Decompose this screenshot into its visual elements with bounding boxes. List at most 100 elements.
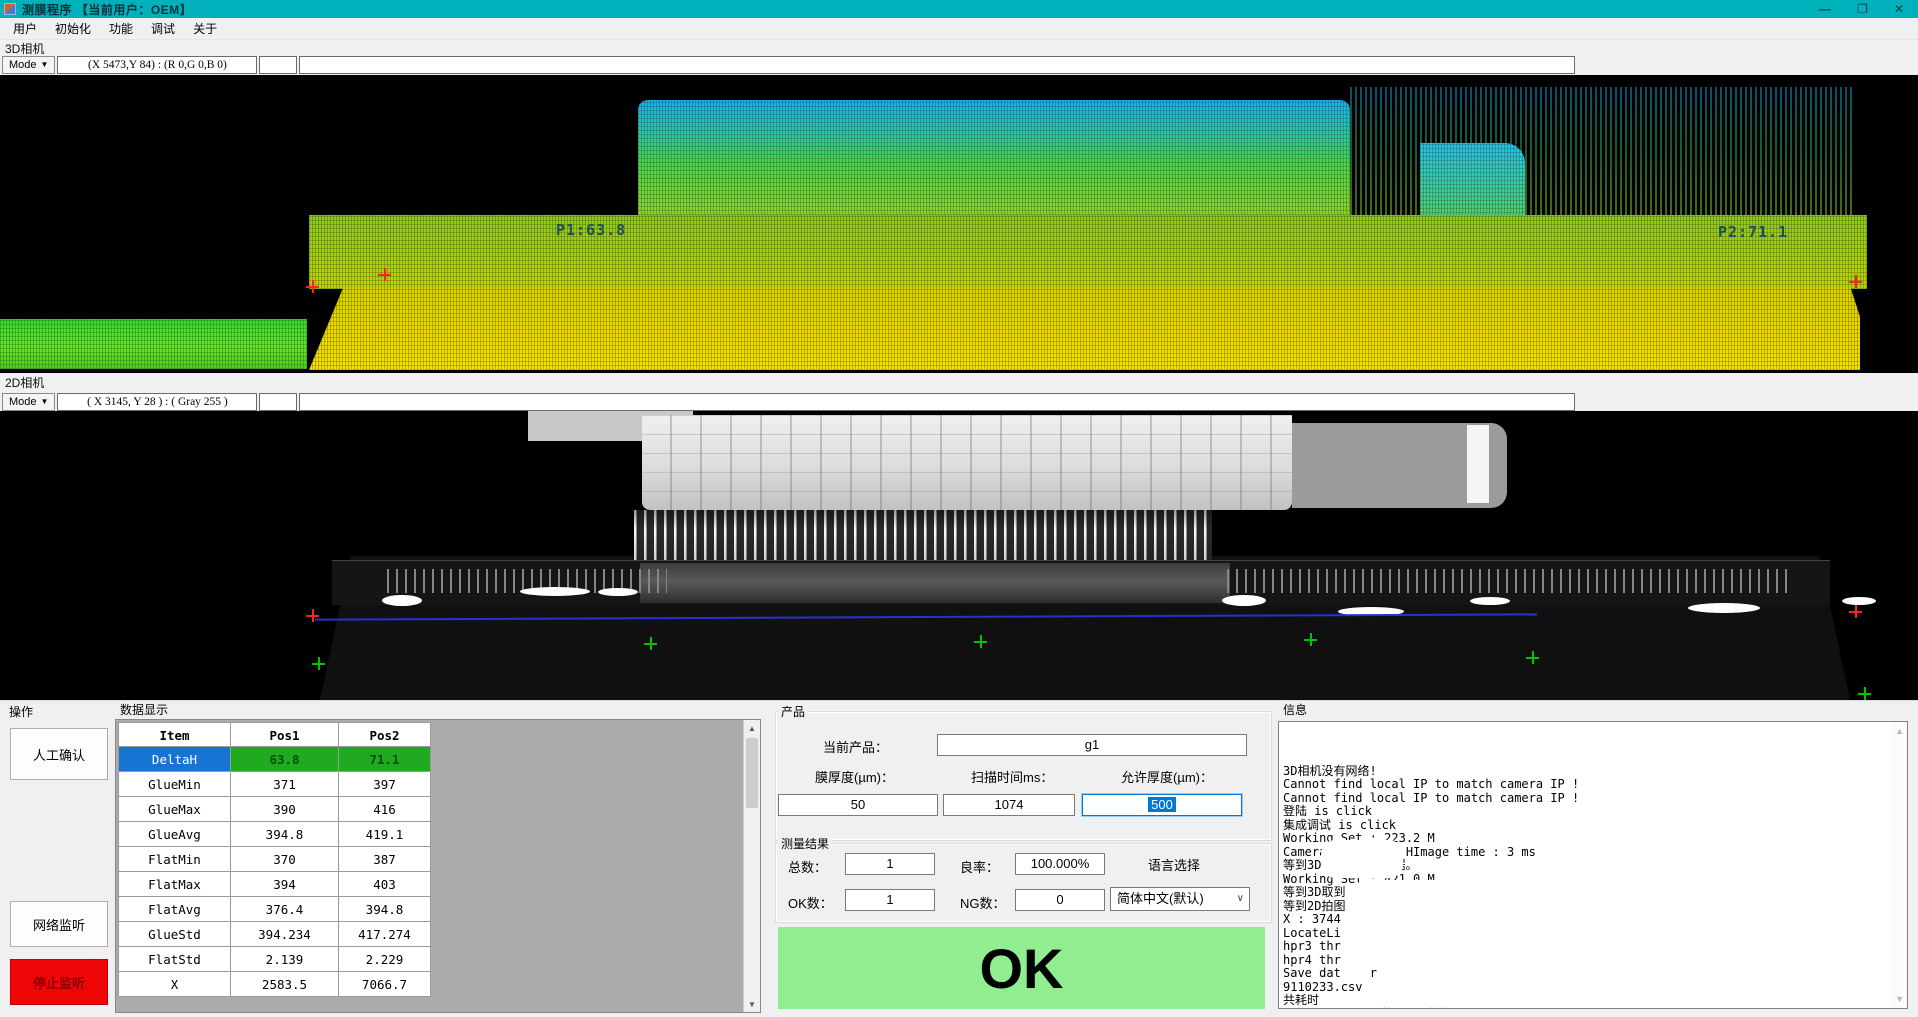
scroll-down-icon[interactable]: ▼ bbox=[1895, 994, 1904, 1004]
glare-blob bbox=[520, 587, 590, 596]
scroll-thumb[interactable] bbox=[746, 738, 758, 808]
cell-pos1: 63.8 bbox=[231, 747, 339, 772]
stop-listen-button[interactable]: 停止监听 bbox=[10, 959, 108, 1005]
scroll-up-icon[interactable]: ▲ bbox=[1895, 726, 1904, 736]
cell-pos2: 397 bbox=[339, 772, 431, 797]
allow-thickness-field[interactable]: 500 bbox=[1082, 794, 1242, 816]
log-line: 3D相机没有网络! bbox=[1283, 765, 1889, 779]
table-row[interactable]: GlueMax 390 416 bbox=[118, 797, 433, 822]
scroll-down-icon[interactable]: ▼ bbox=[744, 996, 760, 1012]
cell-item: FlatAvg bbox=[118, 897, 231, 922]
cell-pos1: 370 bbox=[231, 847, 339, 872]
table-header-row: Item Pos1 Pos2 bbox=[118, 722, 433, 747]
glare-blob bbox=[1842, 597, 1876, 605]
crosshair-marker-green bbox=[312, 657, 325, 670]
glare-blob bbox=[1222, 595, 1266, 606]
camera-2d-label: 2D相机 bbox=[5, 374, 44, 389]
table-row[interactable]: GlueMin 371 397 bbox=[118, 772, 433, 797]
glare-blob bbox=[1470, 597, 1510, 605]
pcb-region bbox=[642, 415, 1292, 510]
manual-confirm-button[interactable]: 人工确认 bbox=[10, 728, 108, 780]
total-field[interactable]: 1 bbox=[845, 853, 935, 875]
cell-pos1: 371 bbox=[231, 772, 339, 797]
operation-panel: 操作 人工确认 网络监听 停止监听 bbox=[4, 703, 112, 1015]
menu-item[interactable]: 关于 bbox=[184, 18, 226, 39]
table-row[interactable]: FlatMin 370 387 bbox=[118, 847, 433, 872]
col-header-pos1: Pos1 bbox=[231, 722, 339, 747]
tick-marks-right bbox=[1227, 569, 1787, 593]
menu-bar: 用户初始化功能调试关于 bbox=[0, 18, 1918, 40]
base-bar bbox=[332, 560, 1830, 605]
cell-pos2: 416 bbox=[339, 797, 431, 822]
data-grid[interactable]: Item Pos1 Pos2 DeltaH 63.8 71.1 bbox=[115, 719, 761, 1013]
table-row[interactable]: DeltaH 63.8 71.1 bbox=[118, 747, 433, 772]
mode-dropdown-2d[interactable]: Mode ▼ bbox=[2, 393, 55, 411]
log-box[interactable]: 3D相机没有网络!Cannot find local IP to match c… bbox=[1278, 721, 1908, 1009]
table-scrollbar[interactable]: ▲ ▼ bbox=[743, 720, 760, 1012]
cell-pos2: 419.1 bbox=[339, 822, 431, 847]
menu-item[interactable]: 调试 bbox=[142, 18, 184, 39]
table-body: DeltaH 63.8 71.1 GlueMin 371 397 bbox=[118, 747, 433, 997]
table-row[interactable]: GlueAvg 394.8 419.1 bbox=[118, 822, 433, 847]
crosshair-marker bbox=[1849, 605, 1862, 618]
table-row[interactable]: FlatStd 2.139 2.229 bbox=[118, 947, 433, 972]
cell-item: GlueMin bbox=[118, 772, 231, 797]
camera-3d-mode-bar: Mode ▼ (X 5473,Y 84) : (R 0,G 0,B 0) bbox=[0, 55, 1918, 75]
log-line: Save dat r 9110233.csv bbox=[1283, 967, 1889, 994]
info-label: 信息 bbox=[1280, 701, 1310, 718]
maximize-button[interactable]: ❐ bbox=[1857, 1, 1868, 17]
glare-blob bbox=[1688, 603, 1760, 613]
camera-3d-view[interactable]: P1:63.8 P2:71.1 bbox=[0, 75, 1918, 373]
crosshair-marker-green bbox=[974, 635, 987, 648]
cell-pos2: 403 bbox=[339, 872, 431, 897]
camera-2d-view[interactable] bbox=[0, 411, 1918, 700]
close-button[interactable]: ✕ bbox=[1894, 1, 1904, 17]
chevron-down-icon: ▼ bbox=[41, 398, 49, 406]
scroll-up-icon[interactable]: ▲ bbox=[744, 720, 760, 736]
cell-pos1: 376.4 bbox=[231, 897, 339, 922]
camera-3d-label: 3D相机 bbox=[5, 40, 44, 55]
scan-time-field[interactable]: 1074 bbox=[943, 794, 1075, 816]
app-window: 测膜程序 【当前用户：OEM】 — ❐ ✕ 用户初始化功能调试关于 3D相机 M… bbox=[0, 0, 1918, 1017]
current-product-field[interactable]: g1 bbox=[937, 734, 1247, 756]
ok-count-label: OK数： bbox=[788, 893, 833, 912]
language-label: 语言选择 bbox=[1148, 855, 1200, 874]
status-result-panel: OK bbox=[778, 927, 1265, 1009]
table-row[interactable]: FlatAvg 376.4 394.8 bbox=[118, 897, 433, 922]
redaction-overlay bbox=[1321, 840, 1403, 878]
yield-field[interactable]: 100.000% bbox=[1015, 853, 1105, 875]
mode-info-box-2d bbox=[299, 393, 1575, 411]
heightmap-main-slab bbox=[309, 215, 1867, 289]
crosshair-marker-green bbox=[644, 637, 657, 650]
table-row[interactable]: X 2583.5 7066.7 bbox=[118, 972, 433, 997]
cell-item: FlatMin bbox=[118, 847, 231, 872]
menu-item[interactable]: 功能 bbox=[100, 18, 142, 39]
p1-measure-label: P1:63.8 bbox=[556, 221, 626, 239]
log-line: Cannot find local IP to match camera IP … bbox=[1283, 778, 1889, 792]
crosshair-marker-green bbox=[1304, 633, 1317, 646]
network-listen-button[interactable]: 网络监听 bbox=[10, 901, 108, 947]
language-select[interactable]: 简体中文(默认) ∨ bbox=[1110, 887, 1250, 911]
cell-pos2: 7066.7 bbox=[339, 972, 431, 997]
menu-item[interactable]: 用户 bbox=[4, 18, 46, 39]
film-thickness-field[interactable]: 50 bbox=[778, 794, 938, 816]
heightmap-bottom-slab bbox=[309, 288, 1860, 370]
log-line: Cannot find local IP to match camera IP … bbox=[1283, 792, 1889, 806]
cell-pos2: 387 bbox=[339, 847, 431, 872]
cell-item: GlueAvg bbox=[118, 822, 231, 847]
menu-item[interactable]: 初始化 bbox=[46, 18, 100, 39]
mode-dropdown-3d[interactable]: Mode ▼ bbox=[2, 56, 55, 74]
ok-count-field[interactable]: 1 bbox=[845, 889, 935, 911]
cell-pos1: 390 bbox=[231, 797, 339, 822]
table-row[interactable]: GlueStd 394.234 417.274 bbox=[118, 922, 433, 947]
glare-blob bbox=[598, 588, 638, 596]
title-bar: 测膜程序 【当前用户：OEM】 — ❐ ✕ bbox=[0, 0, 1918, 18]
log-scrollbar[interactable]: ▲ ▼ bbox=[1891, 722, 1907, 1008]
minimize-button[interactable]: — bbox=[1819, 1, 1831, 17]
ng-count-field[interactable]: 0 bbox=[1015, 889, 1105, 911]
cell-item: FlatStd bbox=[118, 947, 231, 972]
result-label: 测量结果 bbox=[778, 835, 832, 852]
data-display-label: 数据显示 bbox=[117, 701, 171, 718]
table-row[interactable]: FlatMax 394 403 bbox=[118, 872, 433, 897]
connector-pins bbox=[634, 510, 1212, 566]
